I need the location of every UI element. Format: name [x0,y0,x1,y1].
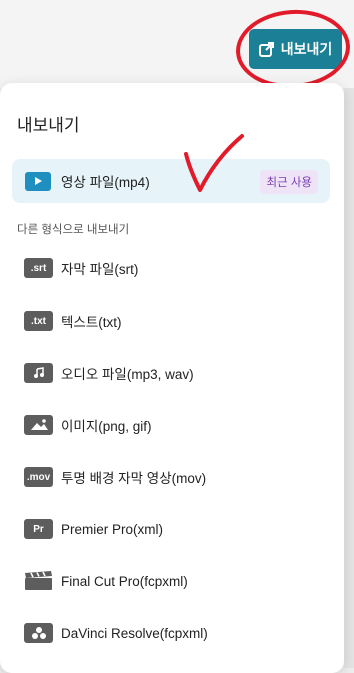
davinci-icon [24,623,53,643]
recent-badge: 최근 사용 [260,170,318,194]
export-premiere-item[interactable]: Pr Premier Pro(xml) [24,518,163,540]
music-note-icon [24,363,53,383]
export-finalcut-item[interactable]: Final Cut Pro(fcpxml) [24,570,188,592]
premiere-icon: Pr [24,519,53,539]
export-audio-item[interactable]: 오디오 파일(mp3, wav) [24,362,194,384]
export-mp4-item[interactable]: 영상 파일(mp4) 최근 사용 [12,159,330,203]
export-panel: 내보내기 영상 파일(mp4) 최근 사용 다른 형식으로 내보내기 .srt … [0,83,344,673]
export-srt-label: 자막 파일(srt) [61,262,139,277]
image-icon [24,415,53,435]
export-txt-label: 텍스트(txt) [61,315,122,330]
section-label: 다른 형식으로 내보내기 [17,224,130,236]
export-premiere-label: Premier Pro(xml) [61,521,164,537]
export-mov-label: 투명 배경 자막 영상(mov) [61,471,207,486]
panel-title: 내보내기 [17,116,80,135]
export-image-label: 이미지(png, gif) [61,419,152,434]
export-mp4-label: 영상 파일(mp4) [61,175,150,190]
export-davinci-label: DaVinci Resolve(fcpxml) [61,625,208,641]
export-davinci-item[interactable]: DaVinci Resolve(fcpxml) [24,622,208,644]
play-icon [25,171,51,191]
export-srt-item[interactable]: .srt 자막 파일(srt) [24,257,138,279]
mov-icon: .mov [24,467,53,487]
export-finalcut-label: Final Cut Pro(fcpxml) [61,573,188,589]
export-txt-item[interactable]: .txt 텍스트(txt) [24,310,122,332]
export-audio-label: 오디오 파일(mp3, wav) [61,367,194,382]
txt-icon: .txt [24,311,53,331]
clapperboard-icon [24,571,53,591]
srt-icon: .srt [24,258,53,278]
export-image-item[interactable]: 이미지(png, gif) [24,414,152,436]
export-mov-item[interactable]: .mov 투명 배경 자막 영상(mov) [24,466,206,488]
annotation-checkmark [184,134,244,192]
background-strip [344,88,354,668]
